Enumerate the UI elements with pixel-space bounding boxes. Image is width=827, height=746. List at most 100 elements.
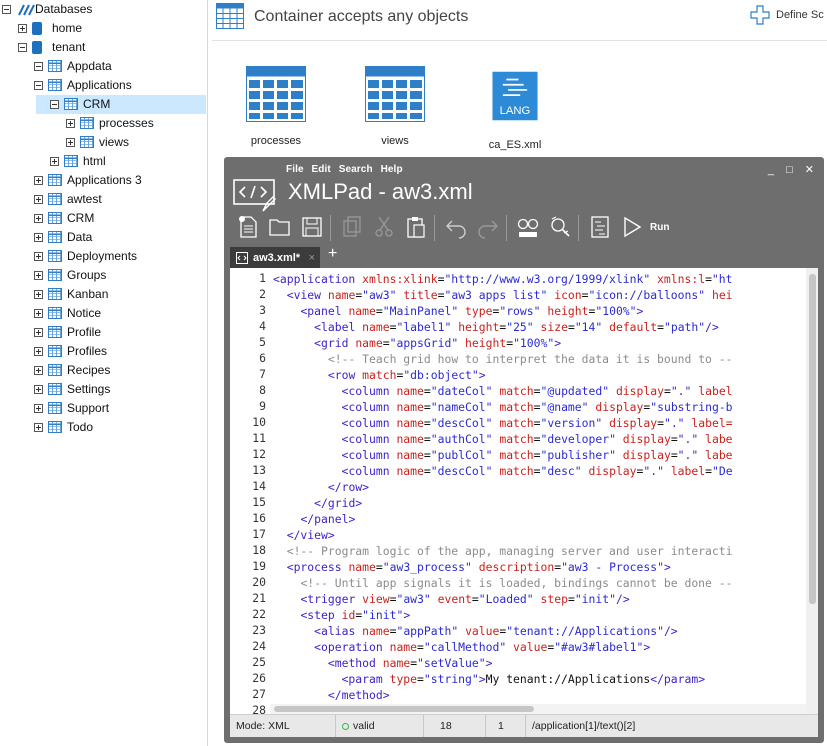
container-item-processes[interactable]: processes: [236, 66, 316, 147]
code-line[interactable]: <row match="db:object">: [273, 367, 486, 383]
collapse-toggle-icon[interactable]: [34, 81, 43, 90]
tree-item-recipes[interactable]: Recipes: [0, 361, 206, 380]
menu-file[interactable]: File: [286, 164, 304, 175]
code-line[interactable]: <column name="dateCol" match="@updated" …: [273, 383, 733, 399]
cut-icon[interactable]: [372, 215, 396, 239]
tree-item-applications-3[interactable]: Applications 3: [0, 171, 206, 190]
menu-search[interactable]: Search: [339, 164, 373, 175]
code-line[interactable]: <!-- Teach grid how to interpret the dat…: [273, 351, 733, 367]
close-button[interactable]: ✕: [805, 164, 814, 176]
maximize-button[interactable]: □: [786, 164, 793, 176]
code-line[interactable]: <!-- Program logic of the app, managing …: [273, 543, 733, 559]
expand-toggle-icon[interactable]: [34, 366, 43, 375]
code-line[interactable]: <step id="init">: [273, 607, 410, 623]
code-line[interactable]: <view name="aw3" title="aw3 apps list" i…: [273, 287, 733, 303]
tree-item-databases[interactable]: Databases: [0, 0, 206, 19]
tree-item-appdata[interactable]: Appdata: [0, 57, 206, 76]
code-line[interactable]: </method>: [273, 687, 390, 703]
tree-item-home[interactable]: home: [0, 19, 206, 38]
tree-item-support[interactable]: Support: [0, 399, 206, 418]
code-line[interactable]: <param type="string">My tenant://Applica…: [273, 671, 706, 687]
expand-toggle-icon[interactable]: [18, 24, 27, 33]
tree-item-kanban[interactable]: Kanban: [0, 285, 206, 304]
container-item-ca-es-xml[interactable]: LANG ca_ES.xml: [475, 66, 555, 151]
code-line[interactable]: </row>: [273, 479, 369, 495]
expand-toggle-icon[interactable]: [34, 404, 43, 413]
code-line[interactable]: <application xmlns:xlink = "http://www.w3.…: [273, 271, 733, 287]
expand-toggle-icon[interactable]: [34, 233, 43, 242]
tree-item-crm[interactable]: CRM: [0, 209, 206, 228]
code-line[interactable]: <column name="descCol" match="desc" disp…: [273, 463, 733, 479]
code-line[interactable]: <panel name="MainPanel" type="rows" heig…: [273, 303, 643, 319]
expand-toggle-icon[interactable]: [34, 347, 43, 356]
expand-toggle-icon[interactable]: [34, 385, 43, 394]
tree-item-crm[interactable]: CRM: [36, 95, 206, 114]
minimize-button[interactable]: _: [768, 164, 774, 176]
code-line[interactable]: </view>: [273, 527, 335, 543]
run-icon[interactable]: [620, 215, 644, 239]
find-icon[interactable]: [516, 215, 540, 239]
expand-toggle-icon[interactable]: [34, 423, 43, 432]
code-line[interactable]: <column name="publCol" match="publisher"…: [273, 447, 733, 463]
expand-toggle-icon[interactable]: [34, 309, 43, 318]
new-file-icon[interactable]: [236, 215, 260, 239]
menu-edit[interactable]: Edit: [312, 164, 331, 175]
tree-item-profile[interactable]: Profile: [0, 323, 206, 342]
tree-item-settings[interactable]: Settings: [0, 380, 206, 399]
tree-item-awtest[interactable]: awtest: [0, 190, 206, 209]
code-line[interactable]: <process name="aw3_process" description=…: [273, 559, 671, 575]
code-line[interactable]: <grid name="appsGrid" height="100%">: [273, 335, 561, 351]
expand-toggle-icon[interactable]: [34, 252, 43, 261]
tree-item-applications[interactable]: Applications: [0, 76, 206, 95]
horizontal-scrollbar[interactable]: [270, 704, 806, 714]
scrollbar-thumb[interactable]: [274, 706, 534, 712]
format-icon[interactable]: [588, 215, 612, 239]
code-area[interactable]: <application xmlns:xlink = "http://www.w3.…: [273, 268, 806, 714]
code-line[interactable]: </grid>: [273, 495, 362, 511]
expand-toggle-icon[interactable]: [34, 271, 43, 280]
pane-divider[interactable]: [207, 0, 208, 746]
scrollbar-thumb[interactable]: [809, 274, 816, 604]
redo-icon[interactable]: [476, 215, 500, 239]
define-schema-button[interactable]: Define Sc: [750, 5, 824, 25]
code-line[interactable]: <!-- Until app signals it is loaded, bin…: [273, 575, 732, 591]
open-folder-icon[interactable]: [268, 215, 292, 239]
tab-aw3-xml[interactable]: aw3.xml* ×: [230, 247, 320, 268]
code-line[interactable]: <column name="nameCol" match="@name" dis…: [273, 399, 733, 415]
expand-toggle-icon[interactable]: [34, 214, 43, 223]
add-tab-button[interactable]: +: [328, 245, 337, 263]
collapse-toggle-icon[interactable]: [34, 62, 43, 71]
tree-item-html[interactable]: html: [0, 152, 206, 171]
expand-toggle-icon[interactable]: [34, 328, 43, 337]
code-line[interactable]: <operation name="callMethod" value="#aw3…: [273, 639, 650, 655]
tab-close-icon[interactable]: ×: [309, 252, 315, 264]
code-line[interactable]: <column name="authCol" match="developer"…: [273, 431, 733, 447]
expand-toggle-icon[interactable]: [34, 290, 43, 299]
replace-icon[interactable]: [548, 215, 572, 239]
undo-icon[interactable]: [444, 215, 468, 239]
vertical-scrollbar[interactable]: [806, 268, 818, 714]
tree-item-views[interactable]: views: [0, 133, 206, 152]
code-line[interactable]: <method name="setValue">: [273, 655, 493, 671]
expand-toggle-icon[interactable]: [34, 195, 43, 204]
tree-item-profiles[interactable]: Profiles: [0, 342, 206, 361]
tree-item-data[interactable]: Data: [0, 228, 206, 247]
code-line[interactable]: <label name="label1" height="25" size="1…: [273, 319, 719, 335]
code-line[interactable]: </panel>: [273, 511, 355, 527]
collapse-toggle-icon[interactable]: [18, 43, 27, 52]
copy-icon[interactable]: [340, 215, 364, 239]
paste-icon[interactable]: [404, 215, 428, 239]
tree-item-tenant[interactable]: tenant: [0, 38, 206, 57]
tree-item-deployments[interactable]: Deployments: [0, 247, 206, 266]
code-line[interactable]: <trigger view="aw3" event="Loaded" step=…: [273, 591, 629, 607]
tree-item-todo[interactable]: Todo: [0, 418, 206, 437]
collapse-toggle-icon[interactable]: [50, 100, 59, 109]
code-line[interactable]: <column name="descCol" match="version" d…: [273, 415, 733, 431]
tree-item-notice[interactable]: Notice: [0, 304, 206, 323]
code-line[interactable]: <alias name="appPath" value="tenant://Ap…: [273, 623, 678, 639]
expand-toggle-icon[interactable]: [66, 138, 75, 147]
save-icon[interactable]: [300, 215, 324, 239]
tree-item-processes[interactable]: processes: [0, 114, 206, 133]
expand-toggle-icon[interactable]: [34, 176, 43, 185]
code-editor[interactable]: 1 2 3 4 5 6 7 8 9 10 11 12 13 14 15 16 17 18 19 20 21 22 23 24 2…: [230, 268, 818, 714]
